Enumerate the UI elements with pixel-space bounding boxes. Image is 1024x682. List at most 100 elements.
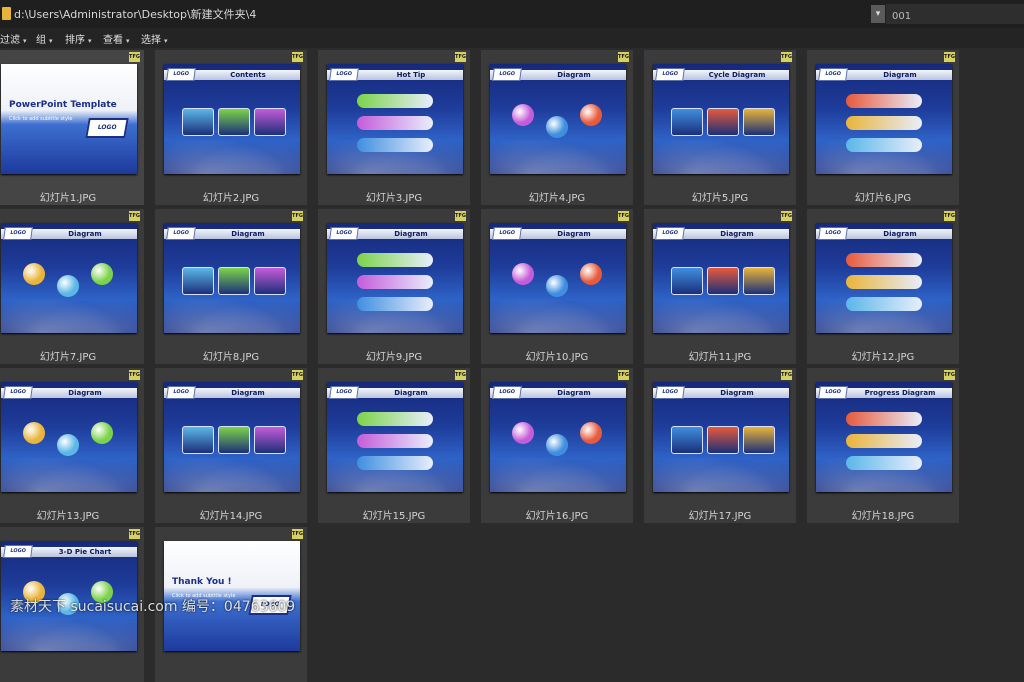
slide-thumbnail: Diagram LOGO	[490, 223, 626, 333]
logo: LOGO	[3, 386, 33, 399]
file-badge-icon: TFG	[944, 370, 955, 380]
history-dropdown-button[interactable]: ▾	[871, 5, 885, 23]
chevron-down-icon: ▾	[23, 37, 27, 45]
file-name: 幻灯片10.JPG	[525, 352, 589, 363]
logo: LOGO	[818, 68, 848, 81]
thumbnail-title: Thank You !	[172, 577, 232, 587]
file-name: 幻灯片6.JPG	[854, 193, 912, 204]
file-badge-icon: TFG	[944, 211, 955, 221]
file-tile[interactable]: Diagram LOGO TFG 幻灯片15.JPG	[318, 368, 470, 523]
file-tile[interactable]: Diagram LOGO TFG 幻灯片13.JPG	[0, 368, 144, 523]
file-badge-icon: TFG	[618, 370, 629, 380]
diagram-shape	[23, 422, 45, 444]
diagram-shape	[357, 253, 433, 267]
slide-thumbnail: Diagram LOGO	[653, 223, 789, 333]
select-menu[interactable]: 选择 ▾	[141, 31, 168, 46]
logo: LOGO	[329, 227, 359, 240]
cloud-background	[490, 291, 626, 333]
file-name: 幻灯片16.JPG	[525, 511, 589, 522]
diagram-shape	[580, 104, 602, 126]
logo: LOGO	[818, 227, 848, 240]
cloud-background	[653, 291, 789, 333]
sort-menu[interactable]: 排序 ▾	[65, 31, 92, 46]
diagram-shape	[512, 422, 534, 444]
diagram-shape	[182, 108, 214, 136]
file-badge-icon: TFG	[618, 211, 629, 221]
file-tile[interactable]: Contents LOGO TFG 幻灯片2.JPG	[155, 50, 307, 205]
thumbnail-title: 3-D Pie Chart	[58, 548, 112, 556]
diagram-shape	[846, 297, 922, 311]
file-badge-icon: TFG	[129, 52, 140, 62]
file-name: 幻灯片12.JPG	[851, 352, 915, 363]
search-input[interactable]	[886, 6, 1024, 27]
thumbnail-title: Diagram	[394, 230, 428, 238]
file-tile[interactable]: PowerPoint Template Click to add subtitle…	[0, 50, 144, 205]
file-name: 幻灯片5.JPG	[691, 193, 749, 204]
file-name: 幻灯片1.JPG	[39, 193, 97, 204]
diagram-shape	[743, 108, 775, 136]
file-tile[interactable]: Diagram LOGO TFG 幻灯片9.JPG	[318, 209, 470, 364]
file-name: 幻灯片8.JPG	[202, 352, 260, 363]
file-tile[interactable]: Progress Diagram LOGO TFG 幻灯片18.JPG	[807, 368, 959, 523]
diagram-shape	[357, 94, 433, 108]
diagram-shape	[846, 434, 922, 448]
file-tile[interactable]: Diagram LOGO TFG 幻灯片7.JPG	[0, 209, 144, 364]
file-tile[interactable]: Diagram LOGO TFG 幻灯片6.JPG	[807, 50, 959, 205]
cloud-background	[490, 450, 626, 492]
file-tile[interactable]: Diagram LOGO TFG 幻灯片14.JPG	[155, 368, 307, 523]
diagram-shape	[743, 267, 775, 295]
file-badge-icon: TFG	[455, 370, 466, 380]
diagram-shape	[357, 297, 433, 311]
cloud-background	[164, 132, 300, 174]
file-tile[interactable]: Hot Tip LOGO TFG 幻灯片3.JPG	[318, 50, 470, 205]
group-menu[interactable]: 组 ▾	[36, 31, 53, 46]
file-tile[interactable]: Diagram LOGO TFG 幻灯片8.JPG	[155, 209, 307, 364]
diagram-shape	[57, 275, 79, 297]
slide-thumbnail: Diagram LOGO	[164, 382, 300, 492]
address-path[interactable]: d:\Users\Administrator\Desktop\新建文件夹\4	[14, 6, 256, 22]
select-menu-label: 选择	[141, 35, 161, 46]
thumbnail-title: Diagram	[720, 230, 754, 238]
file-tile[interactable]: Diagram LOGO TFG 幻灯片4.JPG	[481, 50, 633, 205]
slide-thumbnail: Diagram LOGO	[327, 223, 463, 333]
file-badge-icon: TFG	[944, 52, 955, 62]
diagram-shape	[707, 426, 739, 454]
file-badge-icon: TFG	[781, 52, 792, 62]
view-menu[interactable]: 查看 ▾	[103, 31, 130, 46]
cloud-background	[1, 291, 137, 333]
diagram-shape	[546, 434, 568, 456]
file-name: 幻灯片18.JPG	[851, 511, 915, 522]
logo: LOGO	[166, 227, 196, 240]
diagram-shape	[580, 263, 602, 285]
file-name: 幻灯片9.JPG	[365, 352, 423, 363]
diagram-shape	[357, 456, 433, 470]
diagram-shape	[512, 263, 534, 285]
logo: LOGO	[166, 386, 196, 399]
file-name: 幻灯片4.JPG	[528, 193, 586, 204]
file-tile[interactable]: Diagram LOGO TFG 幻灯片17.JPG	[644, 368, 796, 523]
diagram-shape	[546, 275, 568, 297]
file-tile[interactable]: Diagram LOGO TFG 幻灯片10.JPG	[481, 209, 633, 364]
logo: LOGO	[85, 118, 129, 138]
slide-thumbnail: Diagram LOGO	[816, 223, 952, 333]
thumbnail-title: Diagram	[557, 71, 591, 79]
file-tile[interactable]: Diagram LOGO TFG 幻灯片16.JPG	[481, 368, 633, 523]
file-name: 幻灯片7.JPG	[39, 352, 97, 363]
file-name: 幻灯片11.JPG	[688, 352, 752, 363]
diagram-shape	[254, 108, 286, 136]
diagram-shape	[218, 267, 250, 295]
file-tile[interactable]: Diagram LOGO TFG 幻灯片11.JPG	[644, 209, 796, 364]
file-tile[interactable]: Diagram LOGO TFG 幻灯片12.JPG	[807, 209, 959, 364]
slide-thumbnail: Diagram LOGO	[490, 64, 626, 174]
file-badge-icon: TFG	[455, 52, 466, 62]
cloud-background	[653, 132, 789, 174]
logo: LOGO	[655, 227, 685, 240]
file-tile[interactable]: Cycle Diagram LOGO TFG 幻灯片5.JPG	[644, 50, 796, 205]
diagram-shape	[357, 434, 433, 448]
diagram-shape	[846, 138, 922, 152]
thumbnail-subtitle: Click to add subtitle style	[9, 116, 73, 122]
diagram-shape	[671, 108, 703, 136]
diagram-shape	[707, 267, 739, 295]
filter-menu[interactable]: 过滤 ▾	[0, 31, 27, 46]
sort-menu-label: 排序	[65, 35, 85, 46]
